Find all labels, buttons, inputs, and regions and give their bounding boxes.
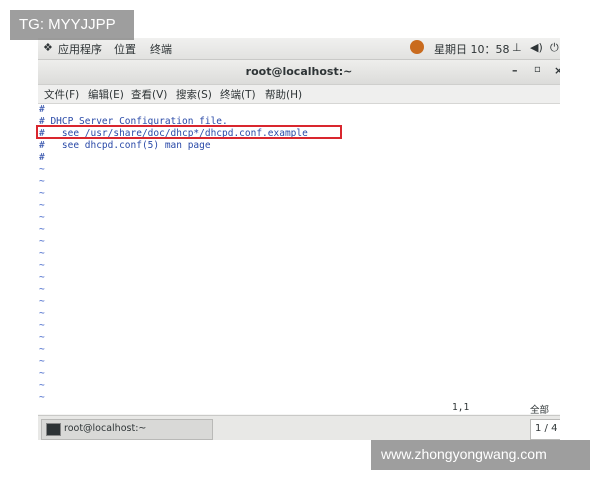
tilde-line: ~: [39, 248, 45, 259]
editor-line: #: [39, 104, 45, 115]
menu-bar: 文件(F) 编辑(E) 查看(V) 搜索(S) 终端(T) 帮助(H): [38, 85, 560, 104]
tilde-line: ~: [39, 176, 45, 187]
bottom-panel: root@localhost:~ 1 / 4: [38, 415, 560, 440]
tilde-line: ~: [39, 224, 45, 235]
workspace-pager[interactable]: 1 / 4: [530, 419, 560, 440]
volume-icon[interactable]: ◀): [530, 41, 543, 54]
top-panel: ❖ 应用程序 位置 终端 星期日 10：58 ⊥ ◀) ⏻: [38, 38, 560, 60]
menu-terminal[interactable]: 终端(T): [220, 87, 256, 102]
window-titlebar[interactable]: root@localhost:~ – ▫ ×: [38, 60, 560, 85]
cursor-position: 1,1: [452, 402, 470, 413]
editor-status-line: 1,1 全部: [38, 402, 560, 416]
highlight-box: [36, 125, 342, 139]
taskbar-window-label: root@localhost:~: [64, 423, 147, 434]
menu-help[interactable]: 帮助(H): [265, 87, 302, 102]
editor-line: # see dhcpd.conf(5) man page: [39, 140, 211, 151]
menu-edit[interactable]: 编辑(E): [88, 87, 124, 102]
power-icon[interactable]: ⏻: [550, 41, 559, 55]
tilde-line: ~: [39, 272, 45, 283]
scroll-position: 全部: [530, 405, 550, 416]
watermark-bottom-right-text: www.zhongyongwang.com: [381, 446, 547, 462]
applications-menu[interactable]: 应用程序: [58, 41, 102, 57]
tilde-line: ~: [39, 212, 45, 223]
watermark-bottom-right: www.zhongyongwang.com: [371, 440, 590, 470]
places-menu[interactable]: 位置: [114, 41, 136, 57]
tilde-line: ~: [39, 356, 45, 367]
terminal-menu[interactable]: 终端: [150, 41, 172, 57]
menu-view[interactable]: 查看(V): [131, 87, 167, 102]
menu-search[interactable]: 搜索(S): [176, 87, 212, 102]
close-button[interactable]: ×: [554, 64, 560, 77]
minimize-button[interactable]: –: [512, 64, 518, 77]
watermark-top-left-text: TG: MYYJJPP: [19, 16, 116, 33]
terminal-icon: [46, 423, 61, 436]
watermark-top-left: TG: MYYJJPP: [10, 10, 134, 40]
clock[interactable]: 星期日 10：58: [434, 41, 510, 57]
tilde-line: ~: [39, 344, 45, 355]
tilde-line: ~: [39, 200, 45, 211]
taskbar-window-button[interactable]: root@localhost:~: [41, 419, 213, 440]
tilde-line: ~: [39, 296, 45, 307]
tilde-line: ~: [39, 236, 45, 247]
editor-line: #: [39, 152, 45, 163]
maximize-button[interactable]: ▫: [534, 64, 541, 75]
tilde-line: ~: [39, 320, 45, 331]
tilde-line: ~: [39, 380, 45, 391]
network-icon[interactable]: ⊥: [512, 41, 522, 54]
tilde-line: ~: [39, 332, 45, 343]
terminal-editor[interactable]: # # DHCP Server Configuration file. # se…: [38, 104, 560, 414]
tilde-line: ~: [39, 164, 45, 175]
apps-menu-icon[interactable]: ❖: [43, 41, 53, 54]
menu-file[interactable]: 文件(F): [44, 87, 79, 102]
tilde-line: ~: [39, 260, 45, 271]
desktop: ❖ 应用程序 位置 终端 星期日 10：58 ⊥ ◀) ⏻ root@local…: [38, 38, 560, 440]
tilde-line: ~: [39, 308, 45, 319]
window-title: root@localhost:~: [245, 65, 353, 78]
workspace-pager-label: 1 / 4: [535, 423, 558, 434]
tilde-line: ~: [39, 368, 45, 379]
tilde-line: ~: [39, 188, 45, 199]
tilde-line: ~: [39, 284, 45, 295]
avatar-icon[interactable]: [410, 40, 424, 54]
